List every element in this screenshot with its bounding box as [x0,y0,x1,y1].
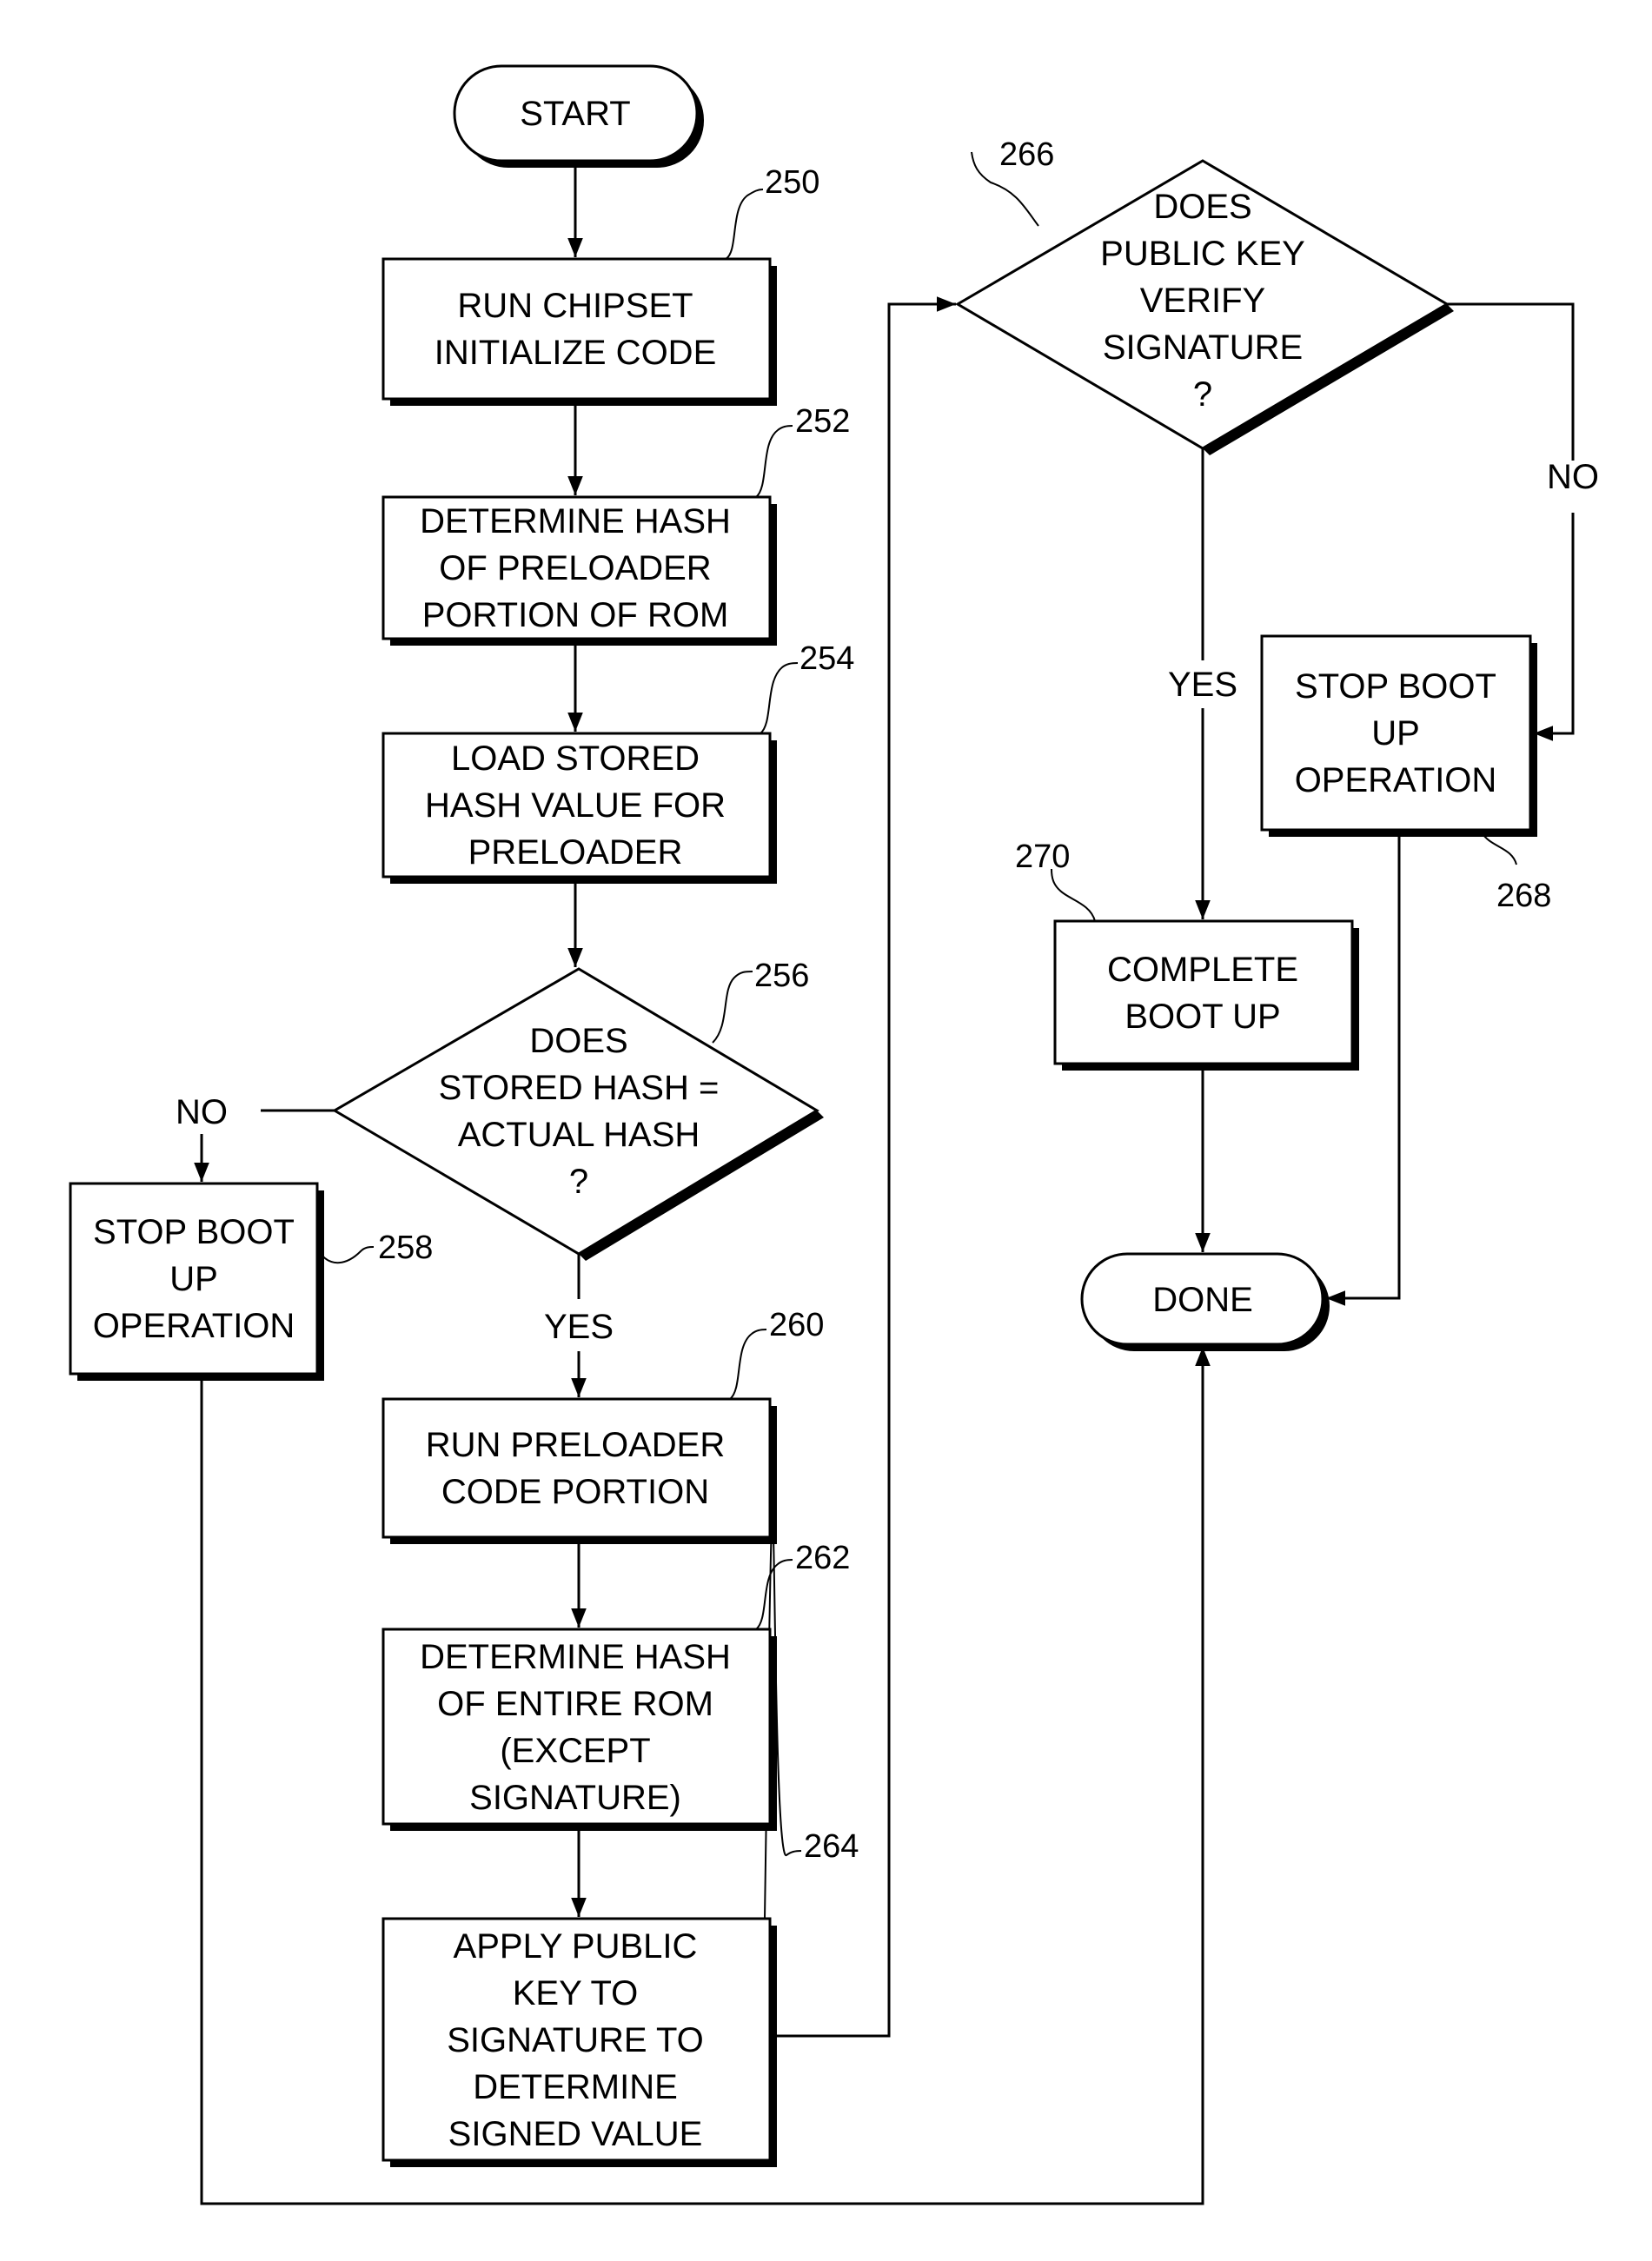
label-line: RUN PRELOADER [426,1426,726,1464]
node-250 [381,257,772,401]
label-line: LOAD STORED [451,739,700,778]
label-line: PUBLIC KEY [1100,235,1305,273]
label-line: SIGNATURE TO [447,2021,704,2059]
node-260 [381,1397,772,1539]
ref-256: 256 [754,958,809,994]
label-line: ACTUAL HASH [458,1116,700,1154]
label-line: DOES [1153,188,1251,226]
ref-252: 252 [795,403,850,440]
label-line: CODE PORTION [441,1473,709,1511]
label-line: PORTION OF ROM [422,596,729,634]
label-line: PRELOADER [468,833,683,872]
label-line: UP [1371,714,1420,753]
label-line: DOES [529,1022,627,1060]
label-line: START [520,95,630,133]
edge-label-no-256: NO [176,1093,228,1131]
label-line: COMPLETE [1107,951,1298,989]
label-line: KEY TO [513,1974,639,2012]
edge-label-yes-256: YES [544,1308,614,1346]
label-line: RUN CHIPSET [457,287,693,325]
label-line: STORED HASH = [439,1069,720,1107]
label-line: (EXCEPT [500,1732,650,1770]
label-done: DONE [1152,1281,1253,1319]
ref-262: 262 [795,1540,850,1576]
label-n264: APPLY PUBLIC KEY TO SIGNATURE TO DETERMINE S… [447,1927,704,2153]
label-line: SIGNATURE) [469,1779,681,1817]
label-line: DETERMINE [473,2068,678,2106]
edge-264-266 [773,296,956,2038]
label-line: INITIALIZE CODE [435,334,717,372]
label-line: SIGNATURE [1103,328,1303,367]
ref-260: 260 [769,1307,824,1343]
label-line: STOP BOOT [1295,667,1496,706]
shapes [69,64,1532,2162]
node-256 [332,967,819,1256]
label-line: STOP BOOT [93,1213,295,1251]
edge-label-yes-266: YES [1168,666,1237,704]
label-line: VERIFY [1140,282,1265,320]
label-line: APPLY PUBLIC [454,1927,698,1966]
label-line: UP [169,1260,218,1298]
ref-250: 250 [765,164,819,201]
label-line: BOOT UP [1125,998,1280,1036]
ref-266: 266 [999,136,1054,173]
connectors [194,163,1575,2205]
label-line: DETERMINE HASH [420,1638,731,1676]
label-line: SIGNED VALUE [448,2115,703,2153]
ref-254: 254 [799,640,854,677]
ref-258: 258 [378,1230,433,1266]
ref-268: 268 [1496,878,1551,914]
label-line: DONE [1152,1281,1253,1319]
label-line: OPERATION [1295,761,1497,799]
edge-label-no-266: NO [1547,458,1599,496]
flowchart: START RUN CHIPSET INITIALIZE CODE DETERMINE… [69,64,1599,2205]
label-line: OF PRELOADER [439,549,711,587]
ref-264: 264 [804,1828,859,1865]
label-line: OF ENTIRE ROM [437,1685,713,1723]
node-270 [1053,919,1354,1065]
label-line: OPERATION [93,1307,295,1345]
edge-266-268-no-arrow [1534,513,1575,741]
label-line: ? [1193,375,1212,414]
label-n252: DETERMINE HASH OF PRELOADER PORTION OF ROM [420,502,731,634]
edge-266-268-no [1447,302,1575,461]
label-start: START [520,95,630,133]
label-line: ? [569,1163,588,1201]
label-n254: LOAD STORED HASH VALUE FOR PRELOADER [425,739,726,872]
label-line: HASH VALUE FOR [425,786,726,825]
label-line: DETERMINE HASH [420,502,731,540]
ref-270: 270 [1015,839,1070,875]
